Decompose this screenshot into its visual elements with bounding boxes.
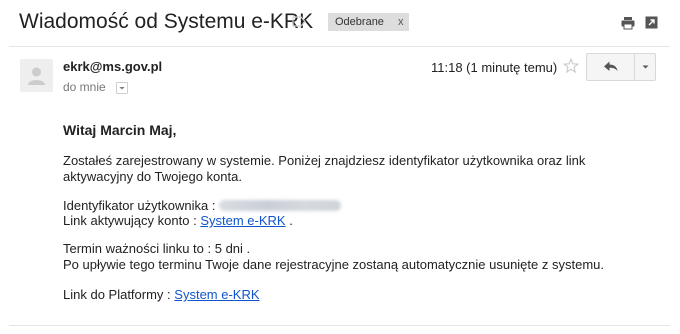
activation-suffix: .	[289, 213, 293, 228]
recipient-text: do mnie	[63, 80, 106, 94]
message-time: 11:18 (1 minutę temu)	[431, 60, 558, 75]
avatar-icon[interactable]	[20, 59, 53, 92]
greeting: Witaj Marcin Maj,	[63, 122, 177, 138]
reply-icon	[604, 61, 618, 71]
reply-button[interactable]	[587, 54, 634, 80]
inbox-label-text: Odebrane	[335, 16, 384, 28]
star-icon[interactable]	[563, 58, 579, 74]
reply-button-group	[586, 53, 656, 81]
expiry-note: Po upływie tego terminu Twoje dane rejes…	[63, 257, 604, 272]
print-icon[interactable]	[621, 16, 635, 30]
email-view: Wiadomość od Systemu e-KRK Odebrane x ek…	[0, 0, 680, 334]
email-subject: Wiadomość od Systemu e-KRK	[19, 10, 314, 33]
platform-link[interactable]: System e-KRK	[174, 287, 259, 302]
expiry-line: Termin ważności linku to : 5 dni .	[63, 241, 251, 256]
platform-line: Link do Platformy : System e-KRK	[63, 287, 260, 303]
remove-label-button[interactable]: x	[398, 13, 404, 31]
activation-link[interactable]: System e-KRK	[200, 213, 285, 228]
footer-divider	[9, 325, 670, 326]
paragraph-line: Zostałeś zarejestrowany w systemie. Poni…	[63, 153, 586, 168]
more-dropdown-icon	[642, 65, 649, 69]
identifier-line: Identyfikator użytkownika :	[63, 198, 342, 214]
dropdown-icon[interactable]	[116, 82, 128, 94]
label-tag-icon[interactable]	[292, 16, 306, 27]
activation-label: Link aktywujący konto :	[63, 213, 197, 228]
header-divider	[9, 46, 670, 47]
subject-row: Wiadomość od Systemu e-KRK Odebrane x	[0, 0, 680, 46]
identifier-label: Identyfikator użytkownika :	[63, 198, 216, 213]
inbox-label-chip[interactable]: Odebrane x	[328, 13, 409, 31]
paragraph-line: aktywacyjny do Twojego konta.	[63, 169, 242, 184]
redacted-identifier	[219, 200, 342, 211]
activation-line: Link aktywujący konto : System e-KRK .	[63, 213, 293, 229]
new-window-icon[interactable]	[645, 16, 658, 29]
platform-label: Link do Platformy :	[63, 287, 171, 302]
sender-address[interactable]: ekrk@ms.gov.pl	[63, 59, 162, 74]
more-options-button[interactable]	[634, 54, 656, 80]
